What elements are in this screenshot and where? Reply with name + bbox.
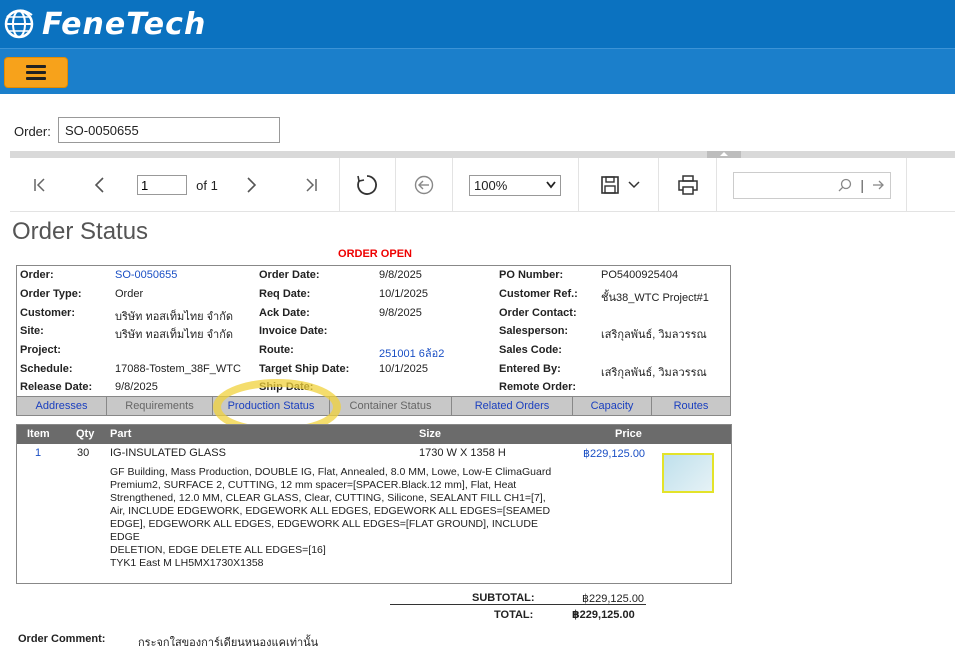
- table-header: Item Qty Part Size Price: [17, 425, 731, 444]
- page-number-input[interactable]: [137, 175, 187, 195]
- report-viewer: Order: of 1 100%: [10, 107, 955, 652]
- chevron-down-icon: [546, 181, 556, 189]
- next-page-button[interactable]: [239, 158, 263, 212]
- print-button[interactable]: [675, 158, 701, 212]
- chevron-right-icon: [247, 177, 257, 193]
- save-icon: [601, 176, 619, 194]
- printer-icon: [678, 175, 698, 195]
- order-field-label: Order:: [14, 124, 51, 139]
- tab-routes[interactable]: Routes: [652, 397, 730, 415]
- parameters-splitter[interactable]: [10, 151, 955, 158]
- first-page-icon: [34, 178, 45, 192]
- app-logo[interactable]: FeneTech: [4, 6, 206, 42]
- order-parameter-row: Order:: [10, 107, 955, 153]
- report-title: Order Status: [12, 218, 149, 245]
- tab-addresses[interactable]: Addresses: [17, 397, 107, 415]
- chevron-down-icon: [628, 181, 640, 189]
- collapse-parameters-handle[interactable]: [707, 151, 741, 158]
- report-page: Order Status ORDER OPEN Order: SO-005065…: [10, 212, 955, 652]
- viewer-toolbar: of 1 100%: [10, 158, 955, 212]
- search-box[interactable]: |: [733, 171, 891, 199]
- previous-page-button[interactable]: [88, 158, 112, 212]
- refresh-icon: [357, 175, 377, 195]
- tab-requirements[interactable]: Requirements: [107, 397, 213, 415]
- item-description: GF Building, Mass Production, DOUBLE IG,…: [110, 466, 552, 569]
- tab-container-status[interactable]: Container Status: [330, 397, 452, 415]
- zoom-select[interactable]: 100%: [469, 174, 561, 196]
- arrow-right-icon[interactable]: [872, 179, 884, 191]
- nav-bar: [0, 48, 955, 94]
- refresh-button[interactable]: [353, 158, 381, 212]
- back-arrow-circle-icon: [414, 175, 434, 195]
- page-count: of 1: [196, 177, 218, 193]
- order-status-banner: ORDER OPEN: [338, 248, 412, 260]
- first-page-button[interactable]: [28, 158, 52, 212]
- last-page-icon: [306, 178, 317, 192]
- last-page-button[interactable]: [299, 158, 323, 212]
- order-info-panel: Order: SO-0050655 Order Type: Order Cust…: [16, 265, 731, 410]
- search-icon: [838, 178, 852, 192]
- items-table: Item Qty Part Size Price 1 30 IG-INSULAT…: [16, 424, 732, 584]
- hamburger-menu-button[interactable]: [4, 57, 68, 88]
- globe-icon: [4, 9, 34, 39]
- back-to-parent-button[interactable]: [412, 158, 436, 212]
- app-header: FeneTech: [0, 0, 955, 48]
- order-number-link[interactable]: SO-0050655: [115, 269, 177, 281]
- tab-related-orders[interactable]: Related Orders: [452, 397, 573, 415]
- hamburger-icon: [26, 65, 46, 68]
- route-link[interactable]: 251001 6ล้อ2: [379, 344, 444, 362]
- order-totals: SUBTOTAL: ฿229,125.00 TOTAL: ฿229,125.00: [390, 592, 646, 632]
- glass-thumbnail[interactable]: [662, 453, 714, 493]
- export-button[interactable]: [596, 158, 644, 212]
- logo-text: FeneTech: [42, 6, 207, 42]
- report-tabs: Addresses Requirements Production Status…: [16, 396, 731, 416]
- chevron-left-icon: [94, 177, 104, 193]
- tab-capacity[interactable]: Capacity: [573, 397, 652, 415]
- order-input[interactable]: [58, 117, 280, 143]
